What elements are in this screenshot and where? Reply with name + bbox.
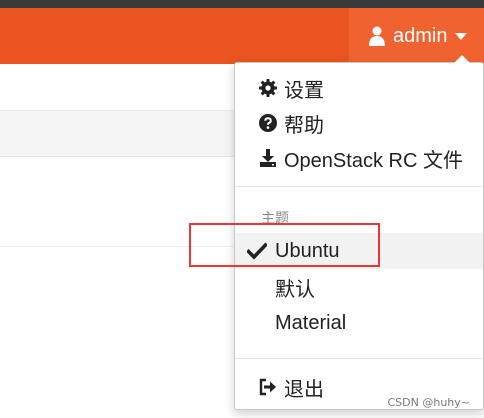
dropdown-arrow (454, 55, 470, 63)
menu-item-theme-ubuntu[interactable]: Ubuntu (235, 233, 483, 269)
menu-item-label: 帮助 (284, 114, 324, 137)
menu-item-label: 退出 (284, 378, 324, 401)
background-divider (0, 246, 236, 247)
menu-item-help[interactable]: 帮助 (235, 105, 483, 141)
menu-item-label: 设置 (284, 79, 324, 102)
question-circle-icon (259, 114, 277, 132)
theme-section-header: 主题 (261, 210, 289, 226)
user-name: admin (393, 24, 448, 47)
user-dropdown-menu: 设置 帮助 OpenStack RC 文件 主题 Ubuntu 默认 Mater… (234, 55, 484, 410)
menu-divider (235, 186, 483, 187)
sign-out-icon (259, 378, 277, 396)
window-top-strip (0, 0, 484, 8)
gear-icon (259, 79, 277, 97)
menu-item-settings[interactable]: 设置 (235, 70, 483, 106)
check-icon (247, 242, 267, 260)
menu-item-label: Ubuntu (275, 239, 340, 262)
watermark: CSDN @huhy~ (387, 396, 471, 409)
menu-divider (235, 358, 483, 359)
menu-item-openstack-rc[interactable]: OpenStack RC 文件 (235, 140, 483, 176)
caret-down-icon (455, 32, 468, 40)
menu-item-theme-material[interactable]: Material (235, 305, 483, 341)
menu-item-label: Material (275, 311, 347, 334)
user-icon (369, 26, 387, 46)
menu-item-label: 默认 (275, 278, 315, 301)
menu-item-theme-default[interactable]: 默认 (235, 269, 483, 305)
download-icon (259, 149, 277, 167)
background-table-row (0, 110, 236, 157)
menu-item-label: OpenStack RC 文件 (284, 149, 463, 172)
